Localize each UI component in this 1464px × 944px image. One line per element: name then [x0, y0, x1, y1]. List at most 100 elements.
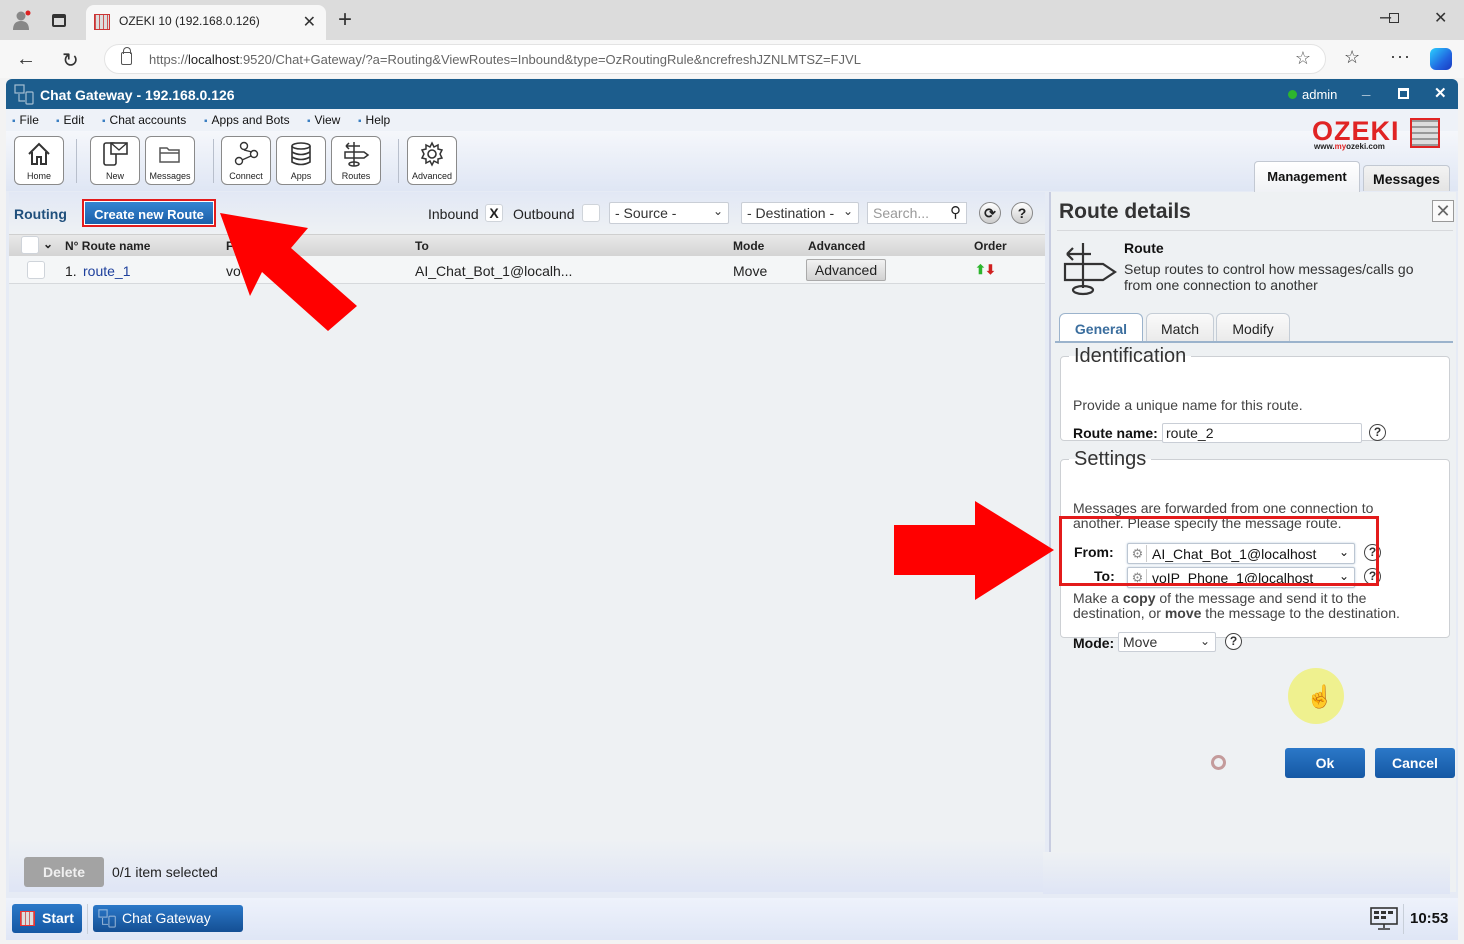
tab-management[interactable]: Management	[1254, 161, 1360, 192]
ozeki-logo: OZEKI www.myozeki.com	[1312, 116, 1440, 151]
favorite-star-icon[interactable]: ☆	[1295, 48, 1311, 69]
favorites-icon[interactable]: ☆	[1344, 47, 1360, 68]
route-heading: Route	[1124, 240, 1164, 256]
help-button[interactable]: ?	[1011, 202, 1033, 224]
identification-hint: Provide a unique name for this route.	[1073, 397, 1303, 413]
toolbar-advanced-label: Advanced	[411, 171, 453, 181]
outbound-checkbox[interactable]	[582, 204, 600, 222]
profile-icon[interactable]	[12, 10, 32, 30]
ozeki-favicon-icon	[94, 14, 110, 30]
tab-match[interactable]: Match	[1146, 313, 1214, 342]
taskbar-chat-gateway-button[interactable]: Chat Gateway	[93, 905, 243, 932]
inbound-checkbox[interactable]: X	[485, 204, 503, 222]
search-input[interactable]: Search... ⚲	[867, 202, 967, 224]
toolbar-home-button[interactable]: Home	[14, 136, 64, 185]
new-tab-icon[interactable]: +	[338, 6, 352, 34]
url-input[interactable]: https://localhost:9520/Chat+Gateway/?a=R…	[104, 44, 1326, 74]
cancel-button[interactable]: Cancel	[1375, 748, 1455, 778]
col-mode[interactable]: Mode	[733, 239, 764, 253]
app-minimize-icon[interactable]: _	[1362, 81, 1370, 98]
more-options-icon[interactable]: ···	[1390, 46, 1411, 67]
routing-label: Routing	[14, 206, 67, 222]
col-from[interactable]: From	[226, 239, 256, 253]
mode-help-icon[interactable]: ?	[1225, 633, 1242, 650]
chat-gateway-icon	[14, 84, 34, 105]
route-name-help-icon[interactable]: ?	[1369, 424, 1386, 441]
route-description: Setup routes to control how messages/cal…	[1124, 261, 1414, 293]
toolbar-separator	[398, 139, 399, 183]
current-user[interactable]: admin	[1302, 87, 1337, 102]
toolbar-routes-button[interactable]: Routes	[331, 136, 381, 185]
toolbar-new-label: New	[105, 171, 124, 181]
desktop-monitor-icon[interactable]	[1370, 907, 1398, 931]
delete-button[interactable]: Delete	[24, 857, 104, 887]
move-down-arrow-icon[interactable]: ⬇	[985, 262, 996, 278]
start-label: Start	[42, 910, 74, 926]
search-icon[interactable]: ⚲	[950, 203, 961, 221]
app-close-icon[interactable]: ✕	[1434, 84, 1447, 102]
routes-signpost-icon	[344, 142, 370, 167]
menu-edit[interactable]: Edit	[56, 113, 85, 127]
back-icon[interactable]: ←	[16, 48, 36, 71]
toolbar-messages-button[interactable]: Messages	[145, 136, 195, 185]
tab-messages[interactable]: Messages	[1363, 165, 1450, 191]
tab-modify[interactable]: Modify	[1216, 313, 1290, 342]
row-checkbox[interactable]	[27, 261, 45, 279]
refresh-button[interactable]: ⟳	[979, 202, 1001, 224]
details-footer	[1043, 852, 1450, 894]
destination-select[interactable]: - Destination - ⌄	[741, 202, 859, 224]
chevron-down-icon: ⌄	[1199, 634, 1210, 648]
menu-view[interactable]: View	[307, 113, 341, 127]
copilot-icon[interactable]	[1430, 48, 1452, 70]
chevron-down-icon: ⌄	[842, 204, 853, 218]
browser-tab[interactable]: OZEKI 10 (192.168.0.126) ✕	[86, 5, 326, 40]
select-menu-chevron-icon[interactable]: ⌄	[43, 237, 53, 251]
clock: 10:53	[1410, 910, 1449, 927]
create-new-route-button[interactable]: Create new Route	[82, 199, 216, 227]
tab-actions-icon[interactable]	[52, 14, 66, 27]
outbound-label: Outbound	[513, 206, 575, 222]
route-name-input[interactable]: route_2	[1162, 423, 1362, 443]
toolbar-advanced-button[interactable]: Advanced	[407, 136, 457, 185]
identification-legend: Identification	[1074, 345, 1187, 367]
routes-list-pane: Routing Create new Route Inbound X Outbo…	[9, 192, 1045, 892]
col-route-name[interactable]: N° Route name	[65, 239, 150, 253]
route-name-link[interactable]: route_1	[83, 263, 130, 279]
row-advanced-button[interactable]: Advanced	[806, 259, 886, 281]
mode-select[interactable]: Move ⌄	[1118, 632, 1216, 652]
main-toolbar: Home New Messages Connect Apps Routes Ad…	[6, 116, 1458, 191]
toolbar-apps-button[interactable]: Apps	[276, 136, 326, 185]
new-message-icon	[103, 142, 128, 166]
restore-window-icon[interactable]	[1389, 13, 1399, 23]
address-bar-row: ← ↻ https://localhost:9520/Chat+Gateway/…	[0, 40, 1464, 78]
database-icon	[291, 142, 311, 166]
toolbar-new-button[interactable]: New	[90, 136, 140, 185]
taskbar-separator	[1403, 904, 1404, 934]
tab-general[interactable]: General	[1059, 313, 1143, 343]
source-select[interactable]: - Source - ⌄	[609, 202, 729, 224]
menu-help[interactable]: Help	[358, 113, 391, 127]
col-to[interactable]: To	[415, 239, 429, 253]
reload-icon[interactable]: ↻	[62, 48, 79, 73]
toolbar-connect-button[interactable]: Connect	[221, 136, 271, 185]
start-button[interactable]: Start	[12, 904, 82, 933]
table-row[interactable]: 1. route_1 vo AI_Chat_Bot_1@localh... Mo…	[9, 256, 1045, 284]
gear-icon	[420, 141, 444, 167]
ok-button[interactable]: Ok	[1285, 748, 1365, 778]
toolbar-connect-label: Connect	[229, 171, 263, 181]
col-advanced: Advanced	[808, 239, 866, 253]
settings-legend: Settings	[1074, 448, 1147, 470]
menu-file[interactable]: File	[12, 113, 39, 127]
connect-icon	[234, 141, 259, 166]
menu-apps-and-bots[interactable]: Apps and Bots	[204, 113, 290, 127]
close-window-icon[interactable]: ✕	[1434, 8, 1447, 28]
create-new-route-label: Create new Route	[85, 202, 213, 224]
close-tab-icon[interactable]: ✕	[303, 12, 316, 32]
menu-chat-accounts[interactable]: Chat accounts	[102, 113, 187, 127]
select-all-checkbox[interactable]	[21, 236, 39, 254]
browser-tabstrip: OZEKI 10 (192.168.0.126) ✕ + – ✕	[0, 0, 1464, 40]
routes-footer: Delete 0/1 item selected	[9, 840, 1045, 892]
app-maximize-icon[interactable]	[1398, 88, 1409, 99]
close-details-icon[interactable]: ✕	[1432, 200, 1454, 222]
taskbar-task-label: Chat Gateway	[122, 910, 211, 926]
